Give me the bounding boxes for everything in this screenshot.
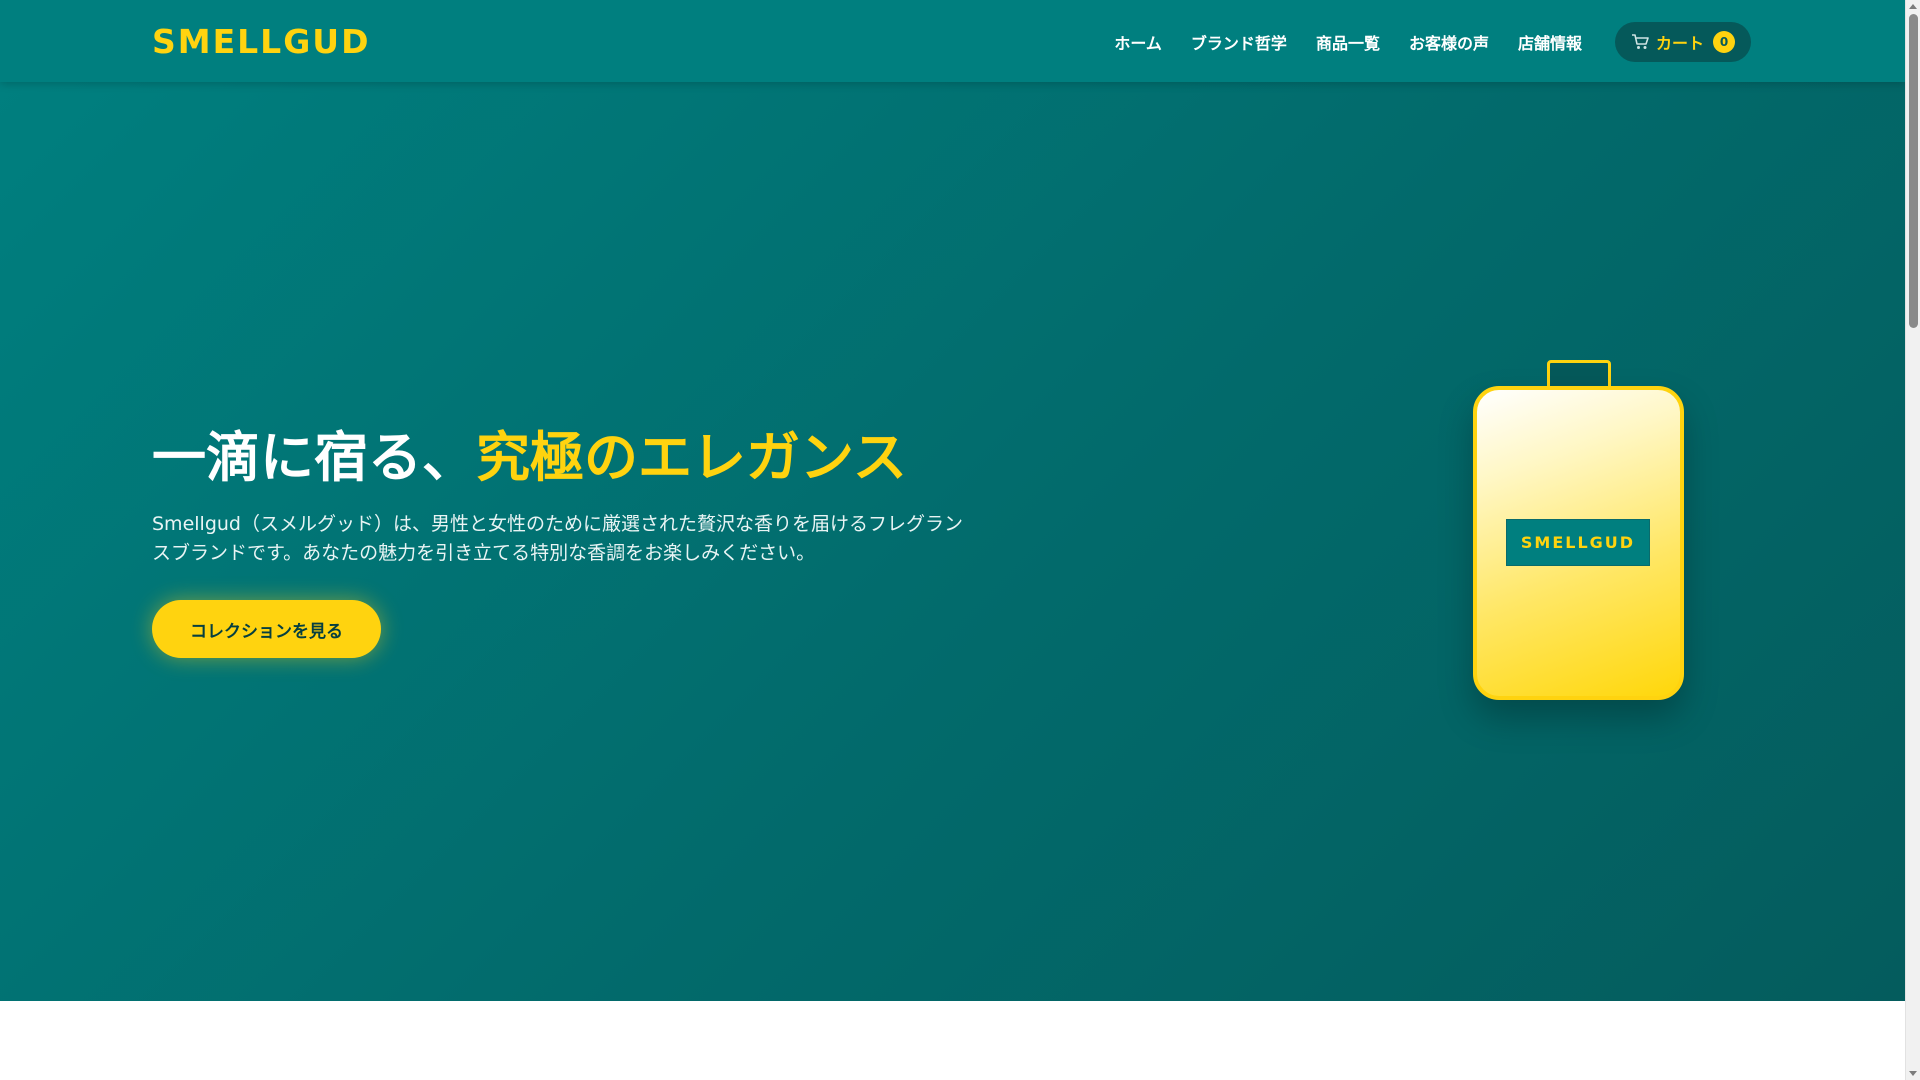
page: SMELLGUD ホーム ブランド哲学 商品一覧 お客様の声 店舗情報 カート …: [0, 0, 1905, 1080]
hero-title: 一滴に宿る、究極のエレガンス: [152, 426, 907, 490]
nav-link-testimonials[interactable]: お客様の声: [1409, 30, 1489, 54]
hero-title-accent: 究極のエレガンス: [476, 426, 907, 489]
hero-description: Smellgud（スメルグッド）は、男性と女性のために厳選された贅沢な香りを届け…: [152, 513, 963, 564]
cart-count-badge: 0: [1713, 31, 1735, 53]
nav-link-brand-philosophy[interactable]: ブランド哲学: [1191, 30, 1287, 54]
scrollbar-thumb[interactable]: [1909, 14, 1918, 328]
page-scrollbar[interactable]: [1905, 0, 1920, 1080]
site-header: SMELLGUD ホーム ブランド哲学 商品一覧 お客様の声 店舗情報 カート …: [0, 0, 1905, 82]
scroll-down-icon[interactable]: [1909, 1071, 1917, 1076]
nav-link-home[interactable]: ホーム: [1114, 30, 1162, 54]
view-collection-button[interactable]: コレクションを見る: [152, 600, 381, 658]
nav-link-products[interactable]: 商品一覧: [1316, 30, 1380, 54]
perfume-bottle-illustration: SMELLGUD: [1473, 386, 1684, 700]
nav-link-store-info[interactable]: 店舗情報: [1518, 30, 1582, 54]
bottle-label: SMELLGUD: [1506, 519, 1650, 566]
main-nav: ホーム ブランド哲学 商品一覧 お客様の声 店舗情報 カート 0: [1114, 21, 1751, 63]
brand-logo[interactable]: SMELLGUD: [152, 22, 370, 62]
cart-icon: [1631, 33, 1649, 51]
next-section-peek: [0, 1001, 1905, 1080]
cart-button[interactable]: カート 0: [1614, 22, 1751, 62]
hero-title-main: 一滴に宿る、: [152, 426, 476, 489]
scroll-up-icon[interactable]: [1909, 4, 1917, 9]
hero-section: 一滴に宿る、究極のエレガンス Smellgud（スメルグッド）は、男性と女性のた…: [0, 82, 1905, 1001]
cart-label: カート: [1655, 34, 1704, 53]
